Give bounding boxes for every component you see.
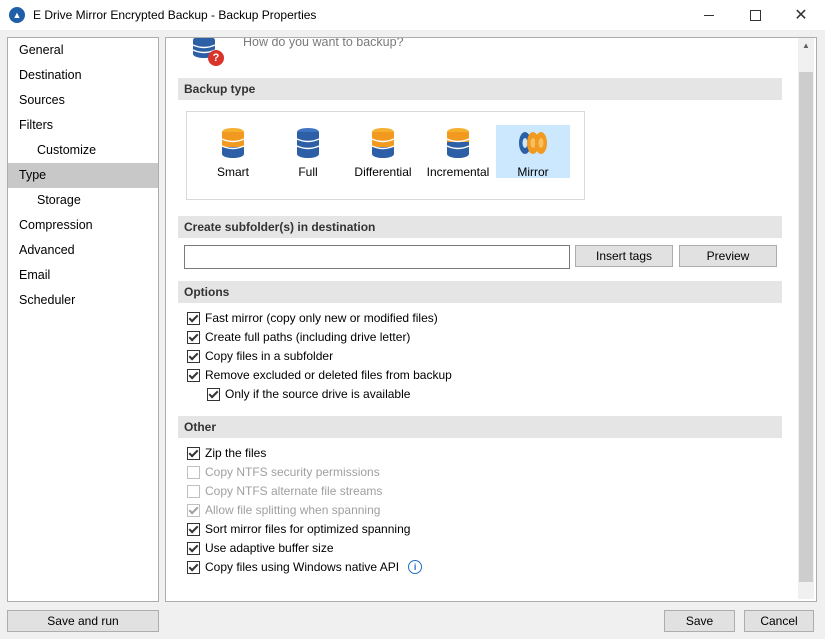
checkbox-native-api[interactable] [187,560,200,574]
type-option-full[interactable]: Full [271,125,345,179]
checkbox-zip-files[interactable] [187,446,200,460]
checkbox-remove-excluded[interactable] [187,368,200,382]
save-and-run-button[interactable]: Save and run [7,610,159,632]
maximize-button[interactable] [732,0,778,30]
type-label-incremental: Incremental [426,165,490,179]
option-copy-subfolder[interactable]: Copy files in a subfolder [187,349,333,363]
checkbox-copy-subfolder[interactable] [187,349,200,363]
section-header-backup-type: Backup type [178,78,782,100]
content-panel: ? How do you want to backup? Backup type… [165,37,817,602]
database-orange-blue-icon [446,128,470,158]
sidebar-item-email[interactable]: Email [8,263,158,288]
type-option-mirror[interactable]: Mirror [496,125,570,179]
sidebar-nav: General Destination Sources Filters Cust… [7,37,159,602]
option-full-paths[interactable]: Create full paths (including drive lette… [187,330,410,344]
scroll-thumb[interactable] [799,72,813,582]
other-ntfs-permissions-label: Copy NTFS security permissions [205,465,380,479]
type-option-incremental[interactable]: Incremental [421,125,495,179]
other-sort-mirror[interactable]: Sort mirror files for optimized spanning [187,522,410,536]
content-scrollbar[interactable]: ▲ [798,38,814,599]
checkbox-adaptive-buffer[interactable] [187,541,200,555]
type-option-differential[interactable]: Differential [346,125,420,179]
other-file-splitting-label: Allow file splitting when spanning [205,503,381,517]
option-full-paths-label: Create full paths (including drive lette… [205,330,411,344]
window-title: E Drive Mirror Encrypted Backup - Backup… [33,8,317,22]
minimize-icon [704,14,714,16]
section-header-other: Other [178,416,782,438]
sidebar-item-scheduler[interactable]: Scheduler [8,288,158,313]
backup-type-selector: Smart Full Differential Incremental Mirr… [186,111,585,200]
type-label-mirror: Mirror [517,165,549,179]
preview-button[interactable]: Preview [679,245,777,267]
close-button[interactable]: ✕ [778,0,824,30]
save-button[interactable]: Save [664,610,735,632]
option-remove-excluded-label: Remove excluded or deleted files from ba… [205,368,452,382]
other-ntfs-streams-label: Copy NTFS alternate file streams [205,484,383,498]
checkbox-only-if-source-available[interactable] [207,387,220,401]
type-option-smart[interactable]: Smart [196,125,270,179]
option-remove-excluded[interactable]: Remove excluded or deleted files from ba… [187,368,452,382]
database-blue-icon [296,128,320,158]
other-ntfs-streams: Copy NTFS alternate file streams [187,484,382,498]
minimize-button[interactable] [686,0,732,30]
insert-tags-button[interactable]: Insert tags [575,245,673,267]
section-header-subfolder: Create subfolder(s) in destination [178,216,782,238]
option-fast-mirror[interactable]: Fast mirror (copy only new or modified f… [187,311,438,325]
scroll-up-arrow-icon[interactable]: ▲ [798,38,814,54]
sidebar-item-storage[interactable]: Storage [8,188,158,213]
database-orange-icon [221,128,245,158]
option-only-if-source-available-label: Only if the source drive is available [225,387,411,401]
database-orange-icon [371,128,395,158]
checkbox-file-splitting [187,503,200,517]
other-zip-files-label: Zip the files [205,446,267,460]
info-icon[interactable]: i [408,560,423,574]
section-header-options: Options [178,281,782,303]
sidebar-item-compression[interactable]: Compression [8,213,158,238]
question-icon: ? [208,50,224,66]
type-label-smart: Smart [216,165,249,179]
other-adaptive-buffer-label: Use adaptive buffer size [205,541,334,555]
other-ntfs-permissions: Copy NTFS security permissions [187,465,380,479]
backup-app-icon: ▲ [9,7,25,23]
other-native-api-label: Copy files using Windows native API [205,560,400,574]
sidebar-item-filters[interactable]: Filters [8,113,158,138]
maximize-icon [749,9,761,21]
header-prompt: How do you want to backup? [243,37,404,49]
other-sort-mirror-label: Sort mirror files for optimized spanning [205,522,411,536]
sidebar-item-customize[interactable]: Customize [8,138,158,163]
other-file-splitting: Allow file splitting when spanning [187,503,380,517]
option-only-if-source-available[interactable]: Only if the source drive is available [207,387,410,401]
mirror-discs-icon [519,132,547,154]
type-label-differential: Differential [354,165,412,179]
other-native-api[interactable]: Copy files using Windows native API i [187,560,423,574]
sidebar-item-sources[interactable]: Sources [8,88,158,113]
close-icon: ✕ [794,7,808,24]
checkbox-full-paths[interactable] [187,330,200,344]
sidebar-item-advanced[interactable]: Advanced [8,238,158,263]
title-bar: ▲ E Drive Mirror Encrypted Backup - Back… [0,0,825,30]
option-copy-subfolder-label: Copy files in a subfolder [205,349,334,363]
sidebar-item-destination[interactable]: Destination [8,63,158,88]
other-zip-files[interactable]: Zip the files [187,446,266,460]
other-adaptive-buffer[interactable]: Use adaptive buffer size [187,541,334,555]
cancel-button[interactable]: Cancel [744,610,814,632]
checkbox-sort-mirror[interactable] [187,522,200,536]
option-fast-mirror-label: Fast mirror (copy only new or modified f… [205,311,438,325]
subfolder-input[interactable] [184,245,570,269]
checkbox-ntfs-streams [187,484,200,498]
checkbox-fast-mirror[interactable] [187,311,200,325]
type-label-full: Full [298,165,318,179]
checkbox-ntfs-permissions [187,465,200,479]
sidebar-item-type[interactable]: Type [8,163,158,188]
sidebar-item-general[interactable]: General [8,38,158,63]
